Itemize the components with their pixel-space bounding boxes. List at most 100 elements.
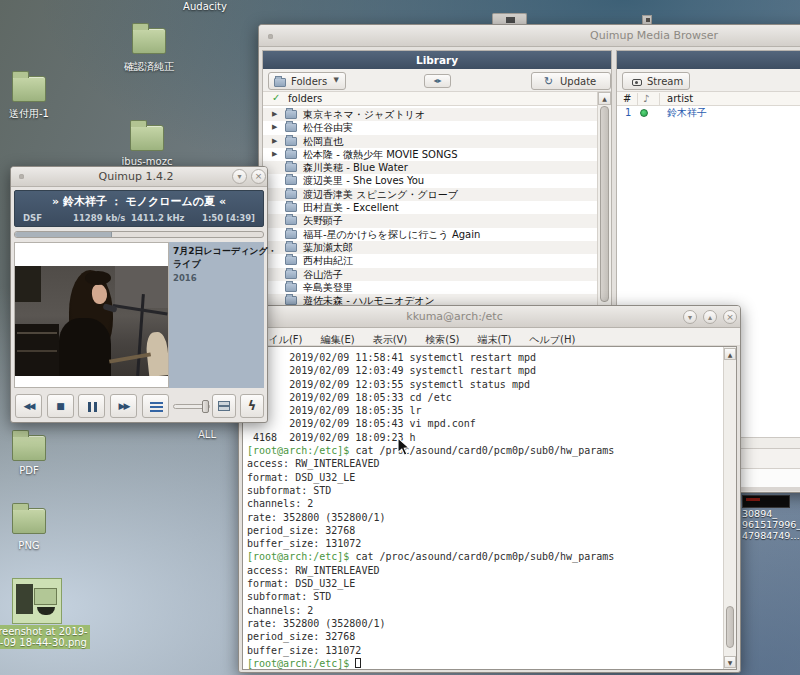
library-folder-row[interactable]: 福耳-星のかけらを探しに行こう Again [263, 228, 597, 241]
library-folder-row[interactable]: 辛島美登里 [263, 281, 597, 294]
library-folder-row[interactable]: 矢野顕子 [263, 214, 597, 227]
folder-icon [285, 243, 297, 252]
folder-icon [285, 176, 297, 185]
library-folder-row[interactable]: ▶松任谷由実 [263, 121, 597, 134]
artist-row[interactable]: 1鈴木祥子 [617, 106, 800, 119]
scroll-down-icon[interactable]: ▼ [724, 656, 736, 668]
library-toolbar: Folders ▼ ◂▸ ↻ Update [263, 69, 611, 92]
playlist-button[interactable] [142, 394, 169, 418]
previous-button[interactable]: ◀◀ [15, 394, 42, 418]
scrollbar-thumb[interactable] [600, 106, 609, 302]
library-folder-row[interactable]: 田村直美 - Excellent [263, 201, 597, 214]
screenshot-label[interactable]: Screenshot at 2019- 02-09 18-44-30.png [0, 625, 90, 649]
desktop-icon-label[interactable]: 送付用-1 [0, 107, 74, 121]
terminal-cursor [355, 658, 361, 668]
maximize-button[interactable]: ▴ [703, 310, 717, 324]
folder-icon [285, 190, 297, 199]
terminal-line: subformat: STD [247, 590, 722, 603]
library-folder-row[interactable]: 西村由紀江 [263, 254, 597, 267]
menu-item[interactable]: 編集(E) [312, 330, 364, 347]
expander-icon[interactable]: ▶ [272, 108, 277, 121]
progress-bar[interactable] [14, 231, 264, 238]
desktop-icon-label[interactable]: PNG [0, 540, 74, 551]
scrollbar-thumb[interactable] [726, 606, 734, 648]
scroll-up-icon[interactable]: ▲ [724, 348, 736, 360]
library-folder-row[interactable]: 森川美穂 - Blue Water [263, 161, 597, 174]
library-folder-row[interactable]: ▶東京キネマ・ジャズトリオ [263, 108, 597, 121]
menu-item[interactable]: 表示(V) [364, 330, 417, 347]
next-button[interactable]: ▶▶ [110, 394, 137, 418]
close-button[interactable]: × [251, 169, 266, 184]
library-folder-row[interactable]: 葉加瀬太郎 [263, 241, 597, 254]
background-window-top[interactable] [492, 13, 527, 24]
album-title-line2: ライブ [173, 258, 201, 271]
output-button[interactable] [212, 394, 236, 418]
library-folder-row[interactable]: ▶松岡直也 [263, 135, 597, 148]
background-window-top2[interactable] [642, 15, 652, 24]
folder-icon-soufu[interactable] [12, 76, 46, 102]
chevron-down-icon: ▼ [334, 76, 339, 84]
terminal-line: [root@arch:/etc]$ cat /proc/asound/card0… [247, 444, 722, 457]
desktop: { "desktop": { "top_label": "Audacity", … [0, 0, 800, 675]
music-note-icon: ♪ [643, 93, 649, 104]
menu-item[interactable]: 検索(S) [416, 330, 468, 347]
connect-button[interactable]: ϟ [240, 394, 264, 418]
terminal-line: 2019/02/09 11:58:41 systemctl restart mp… [247, 351, 722, 364]
library-list-header[interactable]: ✓ folders [263, 92, 611, 106]
pause-button[interactable] [78, 394, 105, 418]
close-button[interactable]: × [723, 310, 737, 324]
window-menu-dot[interactable] [19, 174, 24, 179]
desktop-icon-label[interactable]: 確認済純正 [104, 60, 194, 74]
artist-list-header[interactable]: # ♪ artist [617, 92, 800, 106]
screenshot-thumbnail[interactable] [12, 578, 62, 624]
terminal-content[interactable]: 2019/02/09 11:58:41 systemctl restart mp… [242, 346, 737, 670]
terminal-line: 2019/02/09 12:03:55 systemctl status mpd [247, 378, 722, 391]
library-folder-row[interactable]: 谷山浩子 [263, 268, 597, 281]
album-area: 7月2日レコーディング・ ライブ 2016 [14, 242, 264, 388]
scroll-up-icon[interactable]: ▲ [598, 92, 611, 105]
folder-icon-kakunin[interactable] [132, 28, 166, 54]
stream-button[interactable]: Stream [622, 72, 690, 90]
terminal-line: buffer_size: 131072 [247, 644, 722, 657]
terminal-menubar: ファイル(F)編集(E)表示(V)検索(S)端末(T)ヘルプ(H) [239, 328, 740, 346]
volume-thumb[interactable] [202, 400, 209, 413]
terminal-line: channels: 2 [247, 497, 722, 510]
folders-dropdown[interactable]: Folders ▼ [268, 72, 346, 90]
window-title: Quimup Media Browser [589, 29, 719, 42]
menu-item[interactable]: 端末(T) [468, 330, 520, 347]
folder-icon-ibus[interactable] [130, 125, 164, 151]
update-button[interactable]: ↻ Update [531, 72, 611, 90]
expander-icon[interactable]: ▶ [272, 135, 277, 148]
desktop-icon-label-audacity[interactable]: Audacity [160, 1, 250, 12]
stop-button[interactable]: ■ [47, 394, 74, 418]
media-browser-titlebar[interactable]: Quimup Media Browser [259, 25, 800, 47]
guitar-neck [109, 352, 151, 363]
terminal-line: 2019/02/09 18:05:35 lr [247, 404, 722, 417]
library-folder-row[interactable]: 渡辺美里 - She Loves You [263, 174, 597, 187]
menu-item[interactable]: ヘルプ(H) [520, 330, 584, 347]
folder-icon-png[interactable] [12, 508, 46, 534]
folder-icon [285, 150, 297, 159]
mouse-cursor [397, 437, 411, 457]
folder-icon-pdf[interactable] [12, 435, 46, 461]
minimize-button[interactable]: ▾ [232, 169, 247, 184]
image-file-thumbnail[interactable] [742, 495, 790, 508]
minimize-button[interactable]: ▾ [683, 310, 697, 324]
terminal-scrollbar[interactable]: ▲ ▼ [723, 347, 736, 669]
terminal-line: rate: 352800 (352800/1) [247, 511, 722, 524]
desktop-partial-label[interactable]: ALL [198, 429, 238, 440]
expander-icon[interactable]: ▶ [272, 148, 277, 161]
folder-icon [285, 270, 297, 279]
window-menu-dot[interactable] [268, 34, 273, 39]
expander-icon[interactable]: ▶ [272, 121, 277, 134]
terminal-line: format: DSD_U32_LE [247, 471, 722, 484]
image-file-label[interactable]: 30894_ 961517996_ 47984749… [742, 508, 800, 541]
volume-slider[interactable] [173, 404, 210, 409]
folder-icon [285, 137, 297, 146]
library-folder-row[interactable]: ▶松本隆 - 微熱少年 MOVIE SONGS [263, 148, 597, 161]
library-folder-row[interactable]: 渡辺香津美 スピニング・グローブ [263, 188, 597, 201]
splitter-button[interactable]: ◂▸ [424, 74, 451, 88]
desktop-icon-label[interactable]: PDF [0, 465, 74, 476]
terminal-titlebar[interactable]: kkuma@arch:/etc ▾ ▴ × [239, 306, 740, 328]
player-titlebar[interactable]: Quimup 1.4.2 ▾ × [11, 167, 267, 187]
